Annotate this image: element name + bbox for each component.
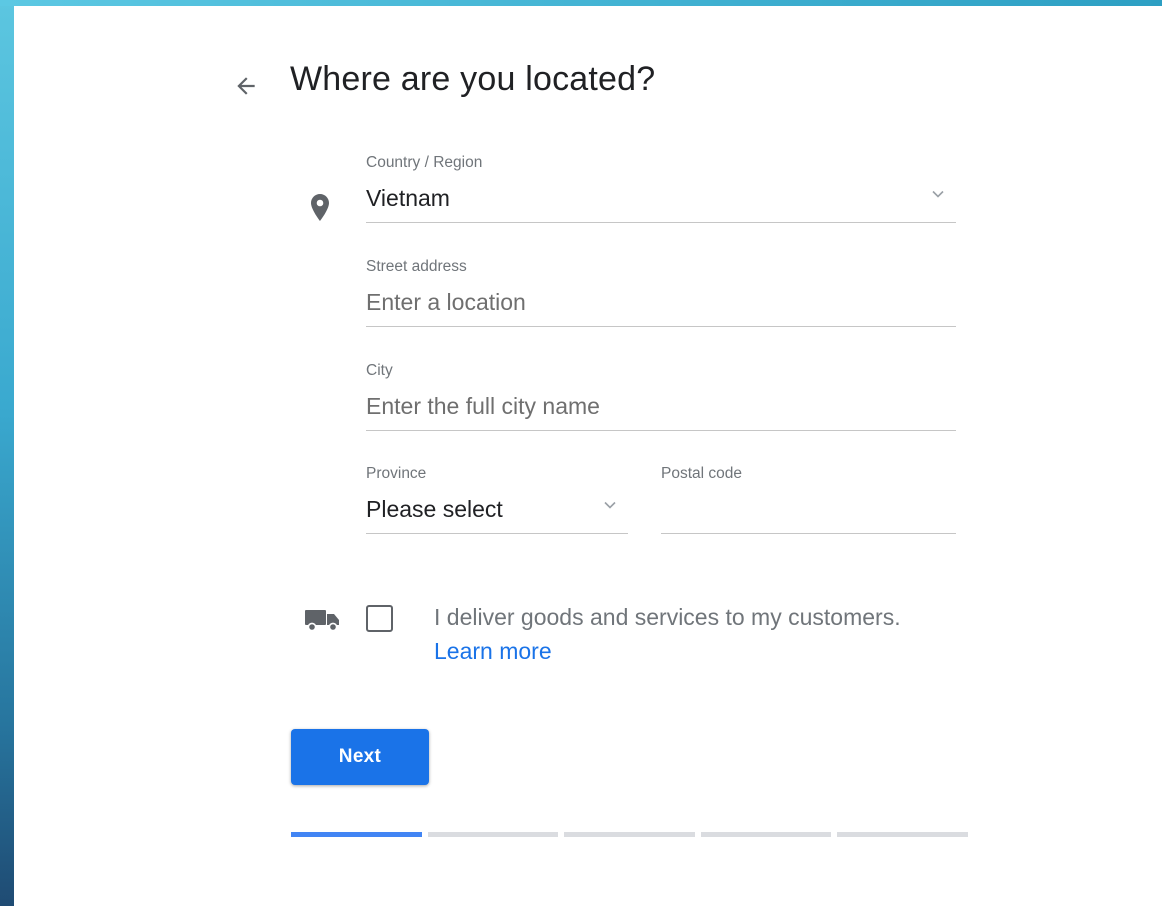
- country-select[interactable]: Vietnam: [366, 186, 956, 223]
- page-title: Where are you located?: [290, 60, 656, 98]
- next-button[interactable]: Next: [291, 729, 429, 785]
- street-address-field: Street address Enter a location: [366, 258, 956, 327]
- progress-step-4: [700, 832, 832, 837]
- progress-step-3: [564, 832, 695, 837]
- progress-step-2: [427, 832, 559, 837]
- street-address-input[interactable]: Enter a location: [366, 290, 956, 327]
- country-label: Country / Region: [366, 154, 483, 171]
- chevron-down-icon: [604, 501, 616, 509]
- progress-bar: [291, 832, 968, 837]
- postal-code-input[interactable]: [661, 497, 956, 534]
- city-input[interactable]: Enter the full city name: [366, 394, 956, 431]
- truck-icon: [305, 610, 339, 632]
- province-select[interactable]: Please select: [366, 497, 628, 534]
- postal-code-field: Postal code: [661, 465, 956, 534]
- arrow-back-icon: [237, 77, 255, 95]
- city-label: City: [366, 362, 393, 379]
- province-value: Please select: [366, 496, 503, 522]
- chevron-down-icon: [932, 190, 944, 198]
- location-pin-icon: [311, 194, 329, 221]
- street-address-placeholder: Enter a location: [366, 289, 526, 315]
- progress-step-5: [837, 832, 968, 837]
- deliver-checkbox[interactable]: [366, 605, 393, 632]
- province-field: Province Please select: [366, 465, 628, 534]
- street-address-label: Street address: [366, 258, 467, 275]
- country-value: Vietnam: [366, 185, 450, 211]
- deliver-description: I deliver goods and services to my custo…: [434, 600, 974, 668]
- country-field: Country / Region Vietnam: [366, 154, 956, 223]
- postal-code-label: Postal code: [661, 465, 742, 482]
- province-label: Province: [366, 465, 427, 482]
- back-button[interactable]: [226, 66, 266, 106]
- progress-step-1: [291, 832, 422, 837]
- deliver-text: I deliver goods and services to my custo…: [434, 604, 901, 630]
- location-form-card: Where are you located? Country / Region …: [14, 6, 1162, 906]
- city-placeholder: Enter the full city name: [366, 393, 600, 419]
- city-field: City Enter the full city name: [366, 362, 956, 431]
- learn-more-link[interactable]: Learn more: [434, 638, 552, 664]
